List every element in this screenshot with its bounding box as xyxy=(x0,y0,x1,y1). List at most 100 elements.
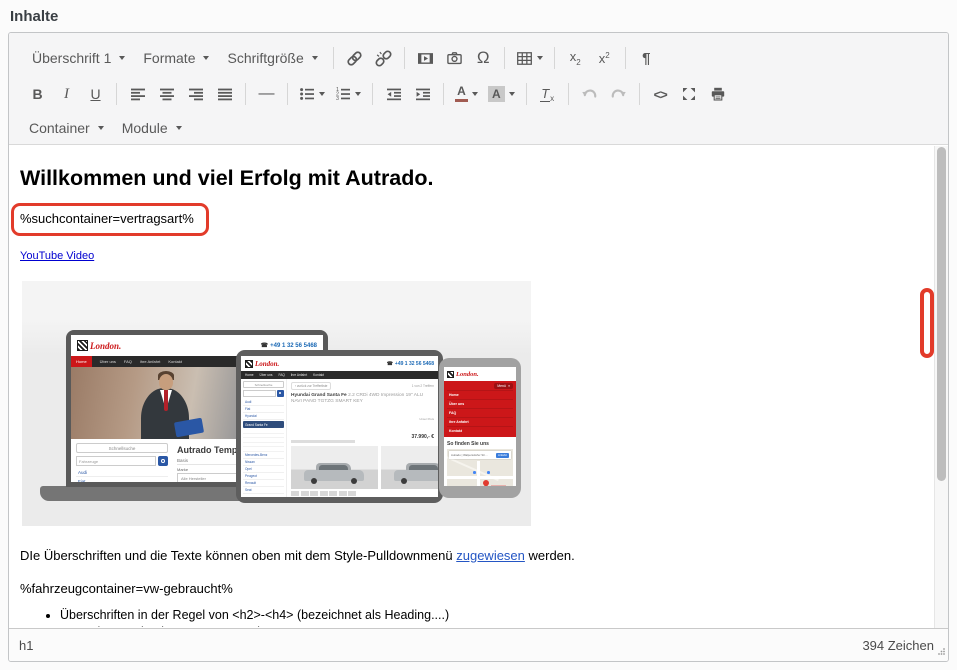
content-bullet-list: Überschriften in der Regel von <h2>-<h4>… xyxy=(20,608,924,627)
mock-menu-item: Über uns xyxy=(447,399,513,408)
mock-map-button: Anfahrt xyxy=(496,453,509,458)
rich-text-editor: Überschrift 1 Formate Schriftgröße Ω xyxy=(8,32,949,662)
clear-formatting-button[interactable]: Tx xyxy=(534,81,561,108)
editor-content[interactable]: Willkommen und viel Erfolg mit Autrado. … xyxy=(9,145,948,627)
align-right-button[interactable] xyxy=(182,81,209,108)
bullet-item: Normaler Text ist der sog. Paragraph ... xyxy=(60,625,924,627)
mock-meta-bar xyxy=(291,440,355,443)
subscript-button[interactable]: x2 xyxy=(562,45,589,72)
media-icon xyxy=(417,50,434,67)
mock-map: Autrado | Walpersdorfer Str…Anfahrt xyxy=(447,449,513,486)
superscript-button[interactable]: x2 xyxy=(591,45,618,72)
editor-statusbar: h1 394 Zeichen xyxy=(9,628,948,661)
omega-icon: Ω xyxy=(477,48,490,68)
svg-text:3: 3 xyxy=(336,96,339,102)
mock-search-input xyxy=(243,390,276,397)
horizontal-rule-button[interactable]: — xyxy=(253,81,280,108)
outdent-icon xyxy=(386,86,402,102)
heading-style-dropdown[interactable]: Überschrift 1 xyxy=(23,46,134,70)
magnifier-icon xyxy=(161,459,165,463)
outdent-button[interactable] xyxy=(380,81,407,108)
insert-media-button[interactable] xyxy=(412,45,439,72)
table-button[interactable] xyxy=(512,45,547,72)
bullet-list-button[interactable] xyxy=(295,81,329,108)
subscript-icon: x2 xyxy=(570,49,581,67)
toolbar-separator xyxy=(287,83,288,105)
insert-image-button[interactable] xyxy=(441,45,468,72)
source-code-button[interactable]: <> xyxy=(647,81,674,108)
london-logo-icon xyxy=(447,371,454,378)
mock-mobile-menu: Menü≡ Home Über uns FAQ ihre Anfahrt Kon… xyxy=(444,381,516,437)
toolbar-separator xyxy=(504,47,505,69)
background-color-button[interactable]: A xyxy=(484,81,519,108)
suchcontainer-token: %suchcontainer=vertragsart% xyxy=(20,211,194,226)
special-char-button[interactable]: Ω xyxy=(470,45,497,72)
toolbar-separator xyxy=(526,83,527,105)
hr-icon: — xyxy=(259,85,275,103)
remove-link-button[interactable] xyxy=(370,45,397,72)
bullet-item: Überschriften in der Regel von <h2>-<h4>… xyxy=(60,608,924,623)
undo-button[interactable] xyxy=(576,81,603,108)
indent-button[interactable] xyxy=(409,81,436,108)
mock-sidebar-link: Opel xyxy=(243,466,284,473)
youtube-video-link[interactable]: YouTube Video xyxy=(20,250,94,262)
module-dropdown[interactable]: Module xyxy=(113,116,191,140)
mock-sidebar-link: Audi xyxy=(76,468,168,477)
formats-dropdown[interactable]: Formate xyxy=(134,46,218,70)
align-left-button[interactable] xyxy=(124,81,151,108)
chevron-down-icon xyxy=(355,92,361,96)
numbered-list-button[interactable]: 123 xyxy=(331,81,365,108)
mock-sidebar-link: Mercedes-Benz xyxy=(243,452,284,459)
mock-car-photo xyxy=(381,446,438,489)
toolbar-row-2: B I U — 123 xyxy=(9,77,948,111)
background-color-icon: A xyxy=(488,86,505,102)
align-right-icon xyxy=(188,86,204,102)
align-center-icon xyxy=(159,86,175,102)
fontsize-dropdown[interactable]: Schriftgröße xyxy=(218,46,326,70)
toolbar-separator xyxy=(245,83,246,105)
chevron-down-icon xyxy=(98,126,104,130)
numbered-list-icon: 123 xyxy=(335,86,351,102)
toolbar-separator xyxy=(625,47,626,69)
hamburger-icon: ≡ xyxy=(508,384,510,388)
zugewiesen-link[interactable]: zugewiesen xyxy=(456,548,525,563)
chevron-down-icon xyxy=(537,56,543,60)
toolbar-row-3: Container Module xyxy=(9,111,948,145)
print-icon xyxy=(710,86,726,102)
code-icon: <> xyxy=(654,87,667,102)
resize-grip[interactable] xyxy=(937,644,946,659)
formats-label: Formate xyxy=(143,50,195,66)
paragraph-marks-button[interactable]: ¶ xyxy=(633,45,660,72)
italic-button[interactable]: I xyxy=(53,81,80,108)
redo-button[interactable] xyxy=(605,81,632,108)
align-center-button[interactable] xyxy=(153,81,180,108)
underline-button[interactable]: U xyxy=(82,81,109,108)
mock-nav-item: Home xyxy=(71,356,92,367)
scrollbar-thumb[interactable] xyxy=(937,147,946,481)
mock-site-header: London. ☎+49 1 32 56 5468 xyxy=(241,356,438,371)
mock-sidebar-link: Hyundai xyxy=(243,413,284,420)
phone-mockup: London. Menü≡ Home Über uns FAQ ihre Anf… xyxy=(439,358,521,498)
content-heading: Willkommen und viel Erfolg mit Autrado. xyxy=(20,166,924,191)
fullscreen-button[interactable] xyxy=(676,81,703,108)
bold-button[interactable]: B xyxy=(24,81,51,108)
align-justify-button[interactable] xyxy=(211,81,238,108)
text-color-button[interactable]: A xyxy=(451,81,482,108)
london-brand: London. xyxy=(90,341,121,351)
print-button[interactable] xyxy=(705,81,732,108)
chevron-down-icon xyxy=(119,56,125,60)
toolbar-separator xyxy=(554,47,555,69)
mock-map-pin-label xyxy=(491,485,506,486)
element-path[interactable]: h1 xyxy=(19,638,33,653)
content-image[interactable]: London. ☎+49 1 32 56 5468 Home Über uns … xyxy=(22,281,531,526)
editor-scrollbar[interactable] xyxy=(934,146,948,628)
mock-phone-number: ☎+49 1 32 56 5468 xyxy=(261,342,317,349)
phone-icon: ☎ xyxy=(387,361,393,367)
content-paragraph: DIe Überschriften und die Texte können o… xyxy=(20,548,924,563)
container-dropdown[interactable]: Container xyxy=(23,116,113,140)
resize-grip-icon xyxy=(937,647,946,656)
toolbar-row-1: Überschrift 1 Formate Schriftgröße Ω xyxy=(9,39,948,77)
fahrzeugcontainer-token: %fahrzeugcontainer=vw-gebraucht% xyxy=(20,581,924,596)
insert-link-button[interactable] xyxy=(341,45,368,72)
mock-map-title: So finden Sie uns xyxy=(447,441,513,447)
